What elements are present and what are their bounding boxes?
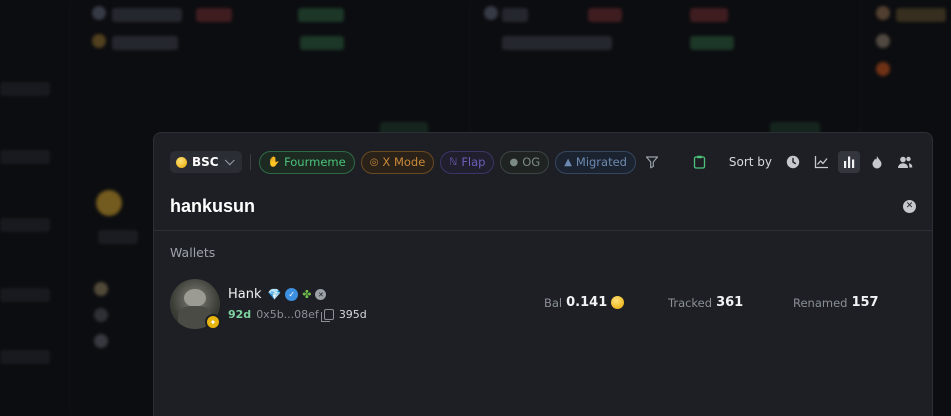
clock-icon xyxy=(786,155,800,169)
filter-label: Migrated xyxy=(575,155,627,169)
bar-chart-icon xyxy=(844,156,855,168)
chain-selector[interactable]: BSC xyxy=(170,151,242,173)
tracked-value: 361 xyxy=(716,295,744,310)
sort-tools: Sort by xyxy=(689,151,916,173)
balance-label: Bal xyxy=(544,295,563,310)
sort-by-time[interactable] xyxy=(782,151,804,173)
sort-by-mcap[interactable] xyxy=(810,151,832,173)
flame-icon xyxy=(872,156,882,169)
filter-flap[interactable]: ℕ Flap xyxy=(440,150,495,174)
tracked-label: Tracked xyxy=(668,295,713,310)
verified-icon: ✓ xyxy=(285,288,299,301)
chevron-down-icon xyxy=(224,154,235,165)
users-icon xyxy=(898,156,913,168)
clear-search-button[interactable]: ✕ xyxy=(903,199,916,213)
divider xyxy=(154,230,932,231)
renamed-label: Renamed xyxy=(793,295,848,310)
search-modal: BSC ✋ Fourmeme ◎ X Mode ℕ Flap ● OG ▲ Mi… xyxy=(153,132,933,416)
diamond-icon: 💎 xyxy=(267,288,282,301)
wallet-address: 0x5b...08ef xyxy=(256,308,319,321)
flap-icon: ℕ xyxy=(449,156,458,168)
target-icon: ◎ xyxy=(369,156,379,168)
filter-migrated[interactable]: ▲ Migrated xyxy=(555,150,636,174)
copy-icon[interactable] xyxy=(320,309,334,322)
bnb-coin-icon xyxy=(176,156,187,168)
sort-by-volume[interactable] xyxy=(838,151,860,173)
bnb-coin-icon xyxy=(611,296,625,309)
drop-icon: ● xyxy=(509,156,519,168)
filter-label: X Mode xyxy=(382,155,426,169)
chain-label: BSC xyxy=(192,155,219,169)
line-chart-icon xyxy=(814,156,828,169)
frog-icon: ✤ xyxy=(302,288,312,301)
filter-og[interactable]: ● OG xyxy=(500,150,550,174)
sort-by-label: Sort by xyxy=(728,155,772,169)
renamed-value: 157 xyxy=(851,295,879,310)
clipboard-button[interactable] xyxy=(689,151,711,173)
section-label-wallets: Wallets xyxy=(170,245,216,260)
balance-value: 0.141 xyxy=(566,295,608,310)
bnb-badge-icon: ✦ xyxy=(205,314,221,330)
search-row: ✕ xyxy=(170,191,916,221)
wallet-name-line: Hank 💎 ✓ ✤ ✕ xyxy=(228,287,327,302)
hand-icon: ✋ xyxy=(267,156,281,168)
filter-label: OG xyxy=(522,155,541,169)
filter-fourmeme[interactable]: ✋ Fourmeme xyxy=(258,150,355,174)
graduation-cap-icon: ▲ xyxy=(564,156,572,168)
wallet-age: 92d xyxy=(228,308,252,321)
wallet-name: Hank xyxy=(228,287,262,302)
filter-x-mode[interactable]: ◎ X Mode xyxy=(360,150,435,174)
wallet-result[interactable]: ✦ Hank 💎 ✓ ✤ ✕ 92d 0x5b...08ef 395d Bal … xyxy=(170,279,916,331)
search-input[interactable] xyxy=(170,195,770,217)
wallet-days: 395d xyxy=(338,308,367,321)
tracked-stat: Tracked 361 xyxy=(668,295,743,310)
divider xyxy=(249,154,251,170)
renamed-stat: Renamed 157 xyxy=(793,295,879,310)
sort-by-liquidity[interactable] xyxy=(866,151,888,173)
filter-label: Fourmeme xyxy=(284,155,346,169)
filter-label: Flap xyxy=(461,155,486,169)
x-social-icon[interactable]: ✕ xyxy=(315,289,327,300)
clipboard-icon xyxy=(694,155,706,169)
sort-by-holders[interactable] xyxy=(894,151,916,173)
filter-bar: BSC ✋ Fourmeme ◎ X Mode ℕ Flap ● OG ▲ Mi… xyxy=(170,150,916,174)
filter-funnel-icon[interactable] xyxy=(645,155,659,169)
balance-stat: Bal 0.141 xyxy=(544,295,625,310)
wallet-meta: 92d 0x5b...08ef 395d xyxy=(228,308,367,322)
